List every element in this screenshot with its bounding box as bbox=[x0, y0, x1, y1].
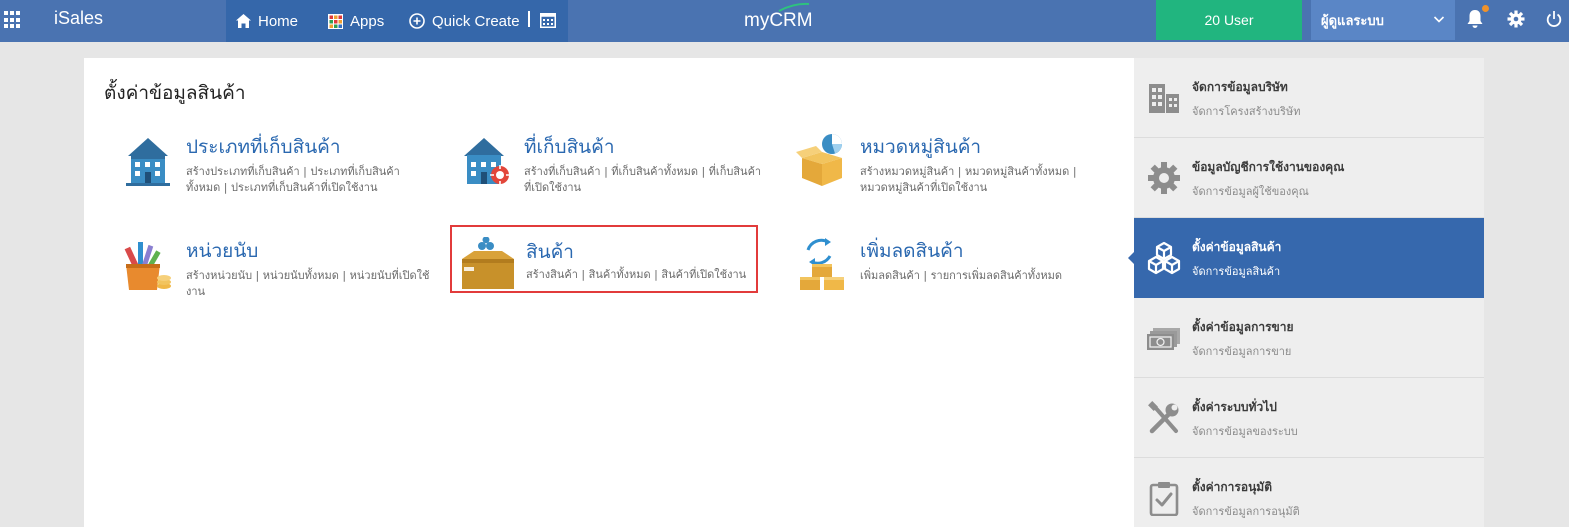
settings-gear-icon bbox=[1148, 162, 1180, 194]
active-pointer bbox=[1128, 252, 1134, 264]
card-description: เพิ่มลดสินค้า | รายการเพิ่มลดสินค้าทั้งห… bbox=[860, 269, 1063, 282]
card-title: ประเภทที่เก็บสินค้า bbox=[186, 136, 341, 158]
card-category[interactable]: หมวดหมู่สินค้า สร้างหมวดหมู่สินค้า | หมว… bbox=[794, 132, 1114, 198]
card-title: หมวดหมู่สินค้า bbox=[860, 136, 982, 158]
sidebar-item-title: จัดการข้อมูลบริษัท bbox=[1192, 80, 1288, 94]
warehouse-location-icon bbox=[464, 138, 510, 185]
card-description: สร้างหมวดหมู่สินค้า | หมวดหมู่สินค้าทั้ง… bbox=[860, 165, 1077, 194]
sidebar-item-subtitle: จัดการข้อมูลการขาย bbox=[1192, 345, 1292, 358]
card-storage[interactable]: ที่เก็บสินค้า สร้างที่เก็บสินค้า | ที่เก… bbox=[458, 132, 778, 198]
card-title: สินค้า bbox=[526, 241, 574, 263]
sidebar-item-subtitle: จัดการข้อมูลของระบบ bbox=[1192, 425, 1298, 438]
apps-grid-icon bbox=[328, 13, 343, 29]
card-description: สร้างประเภทที่เก็บสินค้า | ประเภทที่เก็บ… bbox=[186, 165, 400, 194]
sidebar-item-sales-settings[interactable]: ตั้งค่าข้อมูลการขาย จัดการข้อมูลการขาย bbox=[1134, 298, 1484, 378]
company-building-icon bbox=[1149, 84, 1179, 113]
clipboard-check-icon bbox=[1149, 482, 1179, 516]
open-box-chart-icon bbox=[796, 134, 842, 186]
chevron-down-icon bbox=[1433, 16, 1445, 23]
building-icon bbox=[126, 138, 170, 186]
sidebar-item-general-settings[interactable]: ตั้งค่าระบบทั่วไป จัดการข้อมูลของระบบ bbox=[1134, 378, 1484, 458]
brand-name[interactable]: iSales bbox=[54, 8, 103, 29]
nav-quick-create-label: Quick Create bbox=[432, 12, 520, 30]
role-select[interactable]: ผู้ดูแลระบบ bbox=[1311, 0, 1455, 40]
sidebar-item-title: ตั้งค่าระบบทั่วไป bbox=[1192, 400, 1277, 414]
sidebar-item-title: ตั้งค่าข้อมูลการขาย bbox=[1192, 320, 1294, 334]
card-title: ที่เก็บสินค้า bbox=[524, 136, 615, 158]
card-product[interactable]: สินค้า สร้างสินค้า | สินค้าทั้งหมด | สิน… bbox=[450, 225, 758, 293]
sidebar-item-subtitle: จัดการโครงสร้างบริษัท bbox=[1192, 105, 1301, 118]
money-bills-icon bbox=[1147, 328, 1180, 350]
page-title: ตั้งค่าข้อมูลสินค้า bbox=[104, 82, 246, 104]
settings-sidebar: จัดการข้อมูลบริษัท จัดการโครงสร้างบริษัท… bbox=[1128, 58, 1484, 527]
sidebar-item-subtitle: จัดการข้อมูลผู้ใช้ของคุณ bbox=[1192, 185, 1309, 198]
card-description: สร้างสินค้า | สินค้าทั้งหมด | สินค้าที่เ… bbox=[526, 268, 747, 281]
sidebar-item-title: ตั้งค่าการอนุมัติ bbox=[1192, 480, 1272, 494]
plus-circle-icon bbox=[409, 13, 425, 29]
measure-tools-icon bbox=[124, 242, 171, 290]
user-count-button[interactable]: 20 User bbox=[1156, 0, 1302, 40]
nav-home[interactable]: Home bbox=[236, 0, 298, 42]
sidebar-item-company[interactable]: จัดการข้อมูลบริษัท จัดการโครงสร้างบริษัท bbox=[1134, 58, 1484, 138]
card-description: สร้างที่เก็บสินค้า | ที่เก็บสินค้าทั้งหม… bbox=[524, 165, 762, 194]
bell-icon[interactable] bbox=[1466, 9, 1484, 29]
gear-icon[interactable] bbox=[1507, 10, 1525, 28]
nav-apps-label: Apps bbox=[350, 12, 385, 30]
home-icon bbox=[236, 14, 251, 28]
role-select-value: ผู้ดูแลระบบ bbox=[1321, 13, 1384, 29]
boxes-exchange-icon bbox=[800, 238, 844, 290]
nav-apps[interactable]: Apps bbox=[328, 0, 384, 42]
sidebar-item-subtitle: จัดการข้อมูลการอนุมัติ bbox=[1192, 505, 1300, 518]
top-navigation-bar: iSales Home Apps Quick Create myCRM 20 U… bbox=[0, 0, 1569, 42]
card-title: หน่วยนับ bbox=[186, 240, 259, 262]
sidebar-item-account[interactable]: ข้อมูลบัญชีการใช้งานของคุณ จัดการข้อมูลผ… bbox=[1134, 138, 1484, 218]
sidebar-item-approval-settings[interactable]: ตั้งค่าการอนุมัติ จัดการข้อมูลการอนุมัติ bbox=[1134, 458, 1484, 527]
sidebar-item-title: ตั้งค่าข้อมูลสินค้า bbox=[1192, 240, 1282, 254]
sidebar-item-subtitle: จัดการข้อมูลสินค้า bbox=[1192, 265, 1281, 278]
main-content: ตั้งค่าข้อมูลสินค้า ประเภทที่เก็บสินค้า … bbox=[84, 58, 1134, 527]
product-box-icon bbox=[462, 237, 514, 289]
cubes-icon bbox=[1147, 241, 1181, 275]
card-description: สร้างหน่วยนับ | หน่วยนับทั้งหมด | หน่วยน… bbox=[186, 269, 430, 298]
sidebar-item-product-settings[interactable]: ตั้งค่าข้อมูลสินค้า จัดการข้อมูลสินค้า bbox=[1128, 218, 1484, 298]
power-icon[interactable] bbox=[1546, 10, 1562, 28]
app-logo: myCRM bbox=[744, 10, 813, 31]
notification-dot bbox=[1482, 5, 1489, 12]
sidebar-item-title: ข้อมูลบัญชีการใช้งานของคุณ bbox=[1192, 160, 1345, 174]
nav-divider bbox=[528, 11, 530, 27]
tools-icon bbox=[1148, 401, 1179, 434]
card-unit[interactable]: หน่วยนับ สร้างหน่วยนับ | หน่วยนับทั้งหมด… bbox=[120, 236, 440, 302]
card-storage-type[interactable]: ประเภทที่เก็บสินค้า สร้างประเภทที่เก็บสิ… bbox=[120, 132, 440, 198]
calendar-icon[interactable] bbox=[540, 12, 556, 28]
grid-menu-icon[interactable] bbox=[4, 11, 22, 29]
card-adjustment[interactable]: เพิ่มลดสินค้า เพิ่มลดสินค้า | รายการเพิ่… bbox=[794, 236, 1114, 302]
card-title: เพิ่มลดสินค้า bbox=[860, 240, 964, 262]
nav-home-label: Home bbox=[258, 12, 299, 30]
logo-swoosh-icon bbox=[778, 2, 810, 12]
nav-quick-create[interactable]: Quick Create bbox=[409, 0, 520, 42]
